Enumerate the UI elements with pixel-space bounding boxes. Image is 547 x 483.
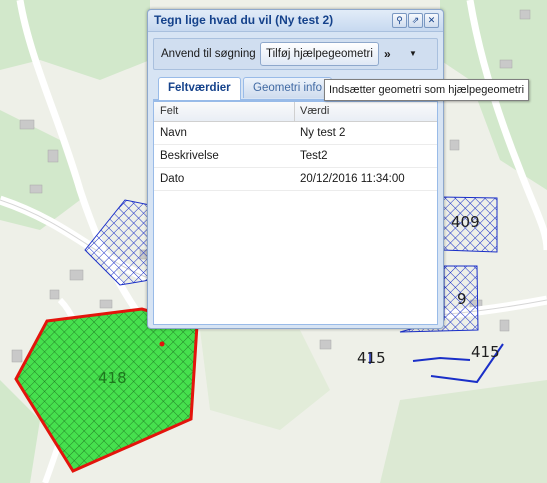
- parcel-label: 9: [457, 290, 467, 308]
- polygon-vertex-marker: [159, 341, 165, 347]
- parcel-label: 415: [357, 349, 386, 367]
- tab-field-values[interactable]: Feltværdier: [158, 77, 241, 100]
- table-row[interactable]: Navn Ny test 2: [154, 122, 437, 145]
- field-name-cell: Dato: [160, 173, 185, 185]
- field-name-cell: Beskrivelse: [160, 150, 219, 162]
- popout-icon[interactable]: ⇗: [408, 13, 423, 28]
- field-value-cell: Ny test 2: [300, 127, 346, 139]
- parcel-label: 409: [451, 213, 480, 231]
- column-divider: [294, 102, 295, 121]
- tab-geometry-info[interactable]: Geometri info: [243, 77, 333, 98]
- add-helper-geometry-button[interactable]: Tilføj hjælpegeometri: [260, 42, 379, 66]
- more-chevron-icon[interactable]: »: [384, 47, 391, 61]
- window-titlebar[interactable]: Tegn lige hvad du vil (Ny test 2) ⚲ ⇗ ✕: [148, 10, 443, 32]
- parcel-label: 418: [98, 369, 127, 387]
- window-title: Tegn lige hvad du vil (Ny test 2): [154, 13, 334, 27]
- column-header-value[interactable]: Værdi: [300, 105, 329, 117]
- field-values-grid: Felt Værdi Navn Ny test 2 Beskrivelse Te…: [153, 101, 438, 325]
- field-value-cell: 20/12/2016 11:34:00: [300, 173, 405, 185]
- window-toolbar: Anvend til søgning Tilføj hjælpegeometri…: [153, 38, 438, 70]
- grid-header: Felt Værdi: [154, 102, 437, 122]
- column-header-field[interactable]: Felt: [160, 105, 178, 117]
- tooltip: Indsætter geometri som hjælpegeometri: [324, 79, 530, 101]
- apply-to-search-button[interactable]: Anvend til søgning: [161, 48, 256, 60]
- field-name-cell: Navn: [160, 127, 187, 139]
- feature-window: Tegn lige hvad du vil (Ny test 2) ⚲ ⇗ ✕ …: [147, 9, 444, 329]
- field-value-cell: Test2: [300, 150, 328, 162]
- table-row[interactable]: Beskrivelse Test2: [154, 145, 437, 168]
- dropdown-arrow-icon[interactable]: ▼: [409, 49, 417, 58]
- parcel-label: 415: [471, 343, 500, 361]
- search-icon[interactable]: ⚲: [392, 13, 407, 28]
- close-icon[interactable]: ✕: [424, 13, 439, 28]
- table-row[interactable]: Dato 20/12/2016 11:34:00: [154, 168, 437, 191]
